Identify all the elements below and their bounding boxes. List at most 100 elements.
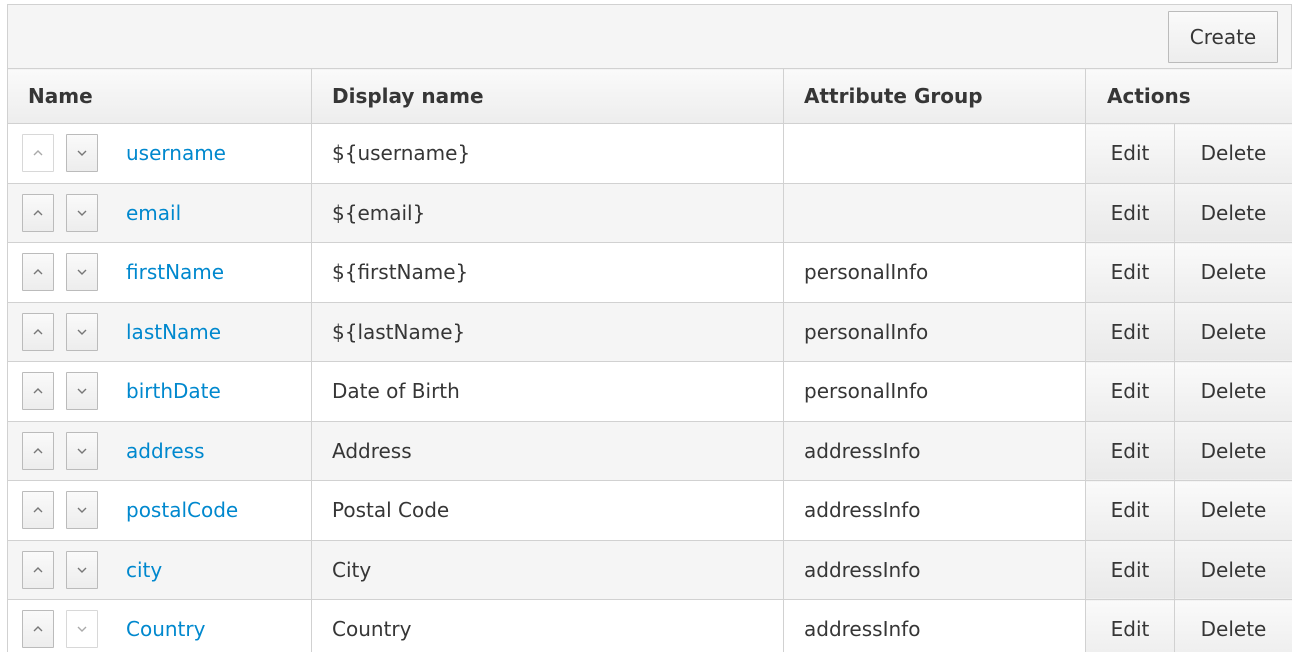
table-header-row: Name Display name Attribute Group Action… [7,68,1292,124]
edit-button[interactable]: Edit [1111,260,1150,284]
move-down-button[interactable] [66,193,98,232]
edit-action-cell[interactable]: Edit [1085,480,1175,541]
edit-action-cell[interactable]: Edit [1085,301,1175,362]
move-up-button[interactable] [22,550,54,589]
edit-button[interactable]: Edit [1111,617,1150,641]
chevron-up-icon [33,328,43,335]
edit-action-cell[interactable]: Edit [1085,420,1175,481]
name-cell: address [7,420,312,481]
edit-action-cell[interactable]: Edit [1085,539,1175,600]
chevron-down-icon [77,269,87,276]
move-up-button[interactable] [22,372,54,411]
move-up-button[interactable] [22,610,54,649]
move-down-button[interactable] [66,253,98,292]
attribute-name-link[interactable]: postalCode [126,498,238,522]
table-row: postalCode Postal Code addressInfo Edit Dele… [7,480,1292,541]
name-cell-content: firstName [8,243,311,302]
name-cell-content: birthDate [8,362,311,421]
delete-button[interactable]: Delete [1201,141,1267,165]
chevron-up-icon [33,447,43,454]
chevron-up-icon [33,150,43,156]
move-down-button[interactable] [66,550,98,589]
delete-button[interactable]: Delete [1201,201,1267,225]
delete-action-cell[interactable]: Delete [1173,480,1292,541]
move-down-button[interactable] [66,134,98,173]
delete-button[interactable]: Delete [1201,558,1267,582]
attribute-name-link[interactable]: birthDate [126,379,221,403]
attribute-group-cell: addressInfo [783,539,1086,600]
attribute-name-link[interactable]: address [126,439,205,463]
attribute-group-cell [783,123,1086,184]
display-name-cell: ${firstName} [311,242,784,303]
display-name-cell: Address [311,420,784,481]
attribute-group-cell: personalInfo [783,242,1086,303]
column-header-display-name[interactable]: Display name [311,68,784,124]
table-row: address Address addressInfo Edit Delete [7,420,1292,481]
name-cell: username [7,123,312,184]
chevron-down-icon [77,626,87,633]
edit-action-cell[interactable]: Edit [1085,361,1175,422]
delete-action-cell[interactable]: Delete [1173,361,1292,422]
attribute-name-link[interactable]: city [126,558,162,582]
move-up-button[interactable] [22,312,54,351]
edit-button[interactable]: Edit [1111,439,1150,463]
delete-action-cell[interactable]: Delete [1173,242,1292,303]
delete-button[interactable]: Delete [1201,498,1267,522]
attribute-name-link[interactable]: Country [126,617,205,641]
edit-action-cell[interactable]: Edit [1085,599,1175,652]
display-name-cell: ${email} [311,182,784,243]
chevron-down-icon [77,507,87,514]
move-down-button[interactable] [66,312,98,351]
edit-button[interactable]: Edit [1111,141,1150,165]
delete-action-cell[interactable]: Delete [1173,182,1292,243]
display-name-cell: Postal Code [311,480,784,541]
move-down-button[interactable] [66,610,98,649]
move-up-button[interactable] [22,193,54,232]
delete-action-cell[interactable]: Delete [1173,539,1292,600]
table-row: Country Country addressInfo Edit Delete [7,599,1292,652]
create-button[interactable]: Create [1168,11,1278,63]
chevron-up-icon [33,566,43,573]
delete-button[interactable]: Delete [1201,617,1267,641]
delete-button[interactable]: Delete [1201,320,1267,344]
attribute-name-link[interactable]: firstName [126,260,224,284]
move-down-button[interactable] [66,491,98,530]
move-down-button[interactable] [66,372,98,411]
attribute-name-link[interactable]: username [126,141,226,165]
move-up-button[interactable] [22,431,54,470]
name-cell: lastName [7,301,312,362]
delete-button[interactable]: Delete [1201,260,1267,284]
move-up-button[interactable] [22,253,54,292]
edit-button[interactable]: Edit [1111,201,1150,225]
name-cell: postalCode [7,480,312,541]
move-up-button[interactable] [22,491,54,530]
delete-action-cell[interactable]: Delete [1173,123,1292,184]
column-header-name[interactable]: Name [7,68,312,124]
delete-action-cell[interactable]: Delete [1173,301,1292,362]
attribute-name-link[interactable]: lastName [126,320,221,344]
edit-action-cell[interactable]: Edit [1085,242,1175,303]
table-row: city City addressInfo Edit Delete [7,539,1292,600]
edit-button[interactable]: Edit [1111,558,1150,582]
column-header-attribute-group[interactable]: Attribute Group [783,68,1086,124]
attribute-group-cell: personalInfo [783,361,1086,422]
move-down-button[interactable] [66,431,98,470]
move-up-button[interactable] [22,134,54,173]
edit-button[interactable]: Edit [1111,498,1150,522]
edit-button[interactable]: Edit [1111,320,1150,344]
edit-button[interactable]: Edit [1111,379,1150,403]
chevron-down-icon [77,567,87,573]
delete-action-cell[interactable]: Delete [1173,599,1292,652]
delete-button[interactable]: Delete [1201,439,1267,463]
attribute-name-link[interactable]: email [126,201,181,225]
chevron-up-icon [33,507,43,513]
display-name-cell: Date of Birth [311,361,784,422]
delete-button[interactable]: Delete [1201,379,1267,403]
edit-action-cell[interactable]: Edit [1085,123,1175,184]
name-cell: Country [7,599,312,652]
edit-action-cell[interactable]: Edit [1085,182,1175,243]
delete-action-cell[interactable]: Delete [1173,420,1292,481]
name-cell-content: username [8,124,311,183]
display-name-cell: City [311,539,784,600]
chevron-up-icon [33,209,43,216]
